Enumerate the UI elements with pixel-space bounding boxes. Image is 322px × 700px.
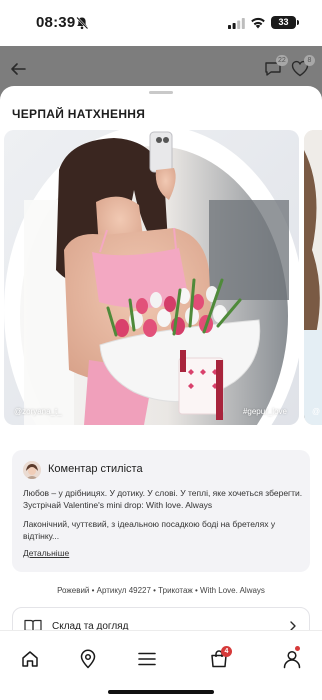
menu-icon[interactable] bbox=[137, 649, 157, 669]
status-time: 08:39 bbox=[36, 14, 76, 31]
home-indicator bbox=[108, 690, 214, 694]
location-icon[interactable] bbox=[78, 649, 98, 669]
inspiration-sheet: ЧЕРПАЙ НАТХНЕННЯ @zoryana_t_ #gepur_love… bbox=[0, 86, 322, 646]
inspiration-photo[interactable]: @zoryana_t_ #gepur_love bbox=[4, 130, 299, 425]
profile-icon[interactable] bbox=[282, 649, 302, 669]
bell-slash-icon bbox=[76, 16, 89, 30]
sheet-grabber[interactable] bbox=[149, 91, 173, 94]
battery-icon: 33 bbox=[271, 16, 299, 29]
more-details-link[interactable]: Детальніше bbox=[23, 548, 69, 558]
next-photo-image bbox=[304, 130, 322, 425]
stylist-avatar bbox=[23, 461, 41, 479]
photo-carousel[interactable]: @zoryana_t_ #gepur_love @ bbox=[0, 130, 322, 426]
section-title: ЧЕРПАЙ НАТХНЕННЯ bbox=[12, 107, 146, 121]
arrow-left-icon[interactable] bbox=[10, 61, 26, 77]
stylist-comment-title: Коментар стиліста bbox=[48, 463, 143, 475]
next-photo-author: @ bbox=[312, 407, 321, 416]
profile-notification-dot bbox=[295, 646, 300, 651]
status-bar: 08:39 33 bbox=[0, 0, 322, 46]
favorites-badge: 8 bbox=[304, 55, 315, 66]
screen: 08:39 33 22 8 ЧЕРПАЙ НАТХНЕННЯ @zoryana_… bbox=[0, 0, 322, 700]
stylist-comment-card: Коментар стиліста Любов – у дрібницях. У… bbox=[12, 450, 310, 572]
wifi-icon bbox=[251, 17, 265, 29]
home-icon[interactable] bbox=[20, 649, 40, 669]
photo-hashtag[interactable]: #gepur_love bbox=[243, 407, 287, 416]
mirror-selfie-image bbox=[4, 130, 299, 425]
stylist-comment-text-2: Лаконічний, чуттєвий, з ідеальною посадк… bbox=[23, 519, 276, 541]
next-photo-peek[interactable]: @ bbox=[304, 130, 322, 425]
chat-badge: 22 bbox=[276, 55, 288, 66]
cart-badge: 4 bbox=[221, 646, 232, 657]
product-meta: Рожевий • Артикул 49227 • Трикотаж • Wit… bbox=[57, 586, 265, 595]
stylist-comment-text-1: Любов – у дрібницях. У дотику. У слові. … bbox=[23, 488, 303, 510]
photo-author[interactable]: @zoryana_t_ bbox=[14, 407, 62, 416]
signal-icon bbox=[228, 18, 245, 29]
